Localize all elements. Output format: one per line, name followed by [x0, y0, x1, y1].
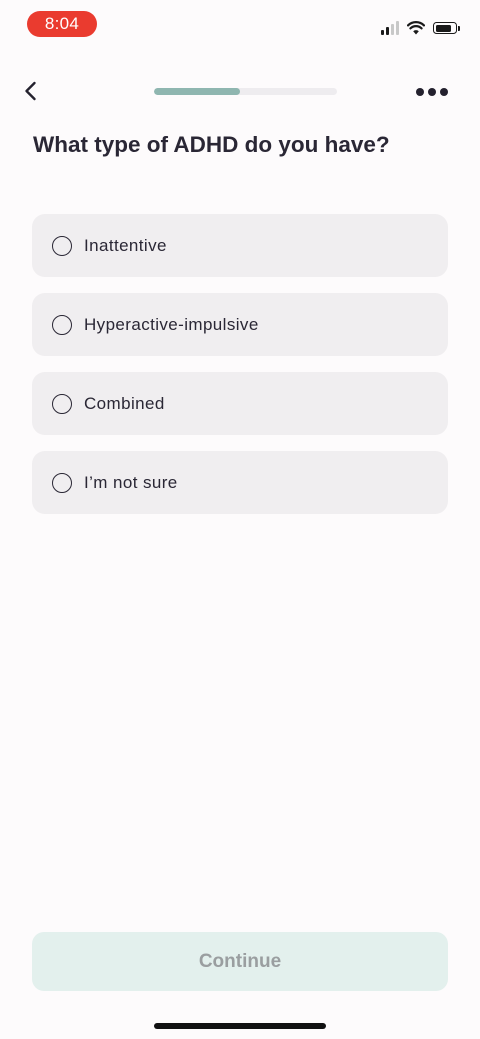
time-pill[interactable]: 8:04: [27, 11, 97, 37]
option-hyperactive-impulsive[interactable]: Hyperactive-impulsive: [32, 293, 448, 356]
ellipsis-icon: [416, 88, 424, 96]
back-button[interactable]: [18, 77, 46, 105]
question-title: What type of ADHD do you have?: [33, 132, 390, 157]
status-icons: [381, 19, 460, 37]
radio-icon: [52, 235, 72, 256]
option-inattentive[interactable]: Inattentive: [32, 214, 448, 277]
wifi-icon: [407, 21, 425, 35]
nav-bar: [0, 70, 480, 114]
more-options-button[interactable]: [416, 82, 448, 102]
option-combined[interactable]: Combined: [32, 372, 448, 435]
home-indicator[interactable]: [154, 1023, 326, 1029]
continue-button[interactable]: Continue: [32, 932, 448, 991]
status-bar: 8:04: [0, 0, 480, 50]
cellular-signal-icon: [381, 21, 399, 35]
option-label: Inattentive: [84, 235, 167, 255]
option-label: I’m not sure: [84, 472, 178, 492]
radio-icon: [52, 314, 72, 335]
battery-icon: [433, 22, 460, 34]
answer-options: Inattentive Hyperactive-impulsive Combin…: [32, 214, 448, 530]
status-time: 8:04: [44, 14, 80, 33]
radio-icon: [52, 393, 72, 414]
option-label: Hyperactive-impulsive: [84, 314, 259, 334]
progress-fill: [154, 88, 240, 95]
chevron-left-icon: [25, 81, 36, 101]
option-label: Combined: [84, 393, 165, 413]
option-not-sure[interactable]: I’m not sure: [32, 451, 448, 514]
progress-bar: [154, 88, 337, 95]
radio-icon: [52, 472, 72, 493]
